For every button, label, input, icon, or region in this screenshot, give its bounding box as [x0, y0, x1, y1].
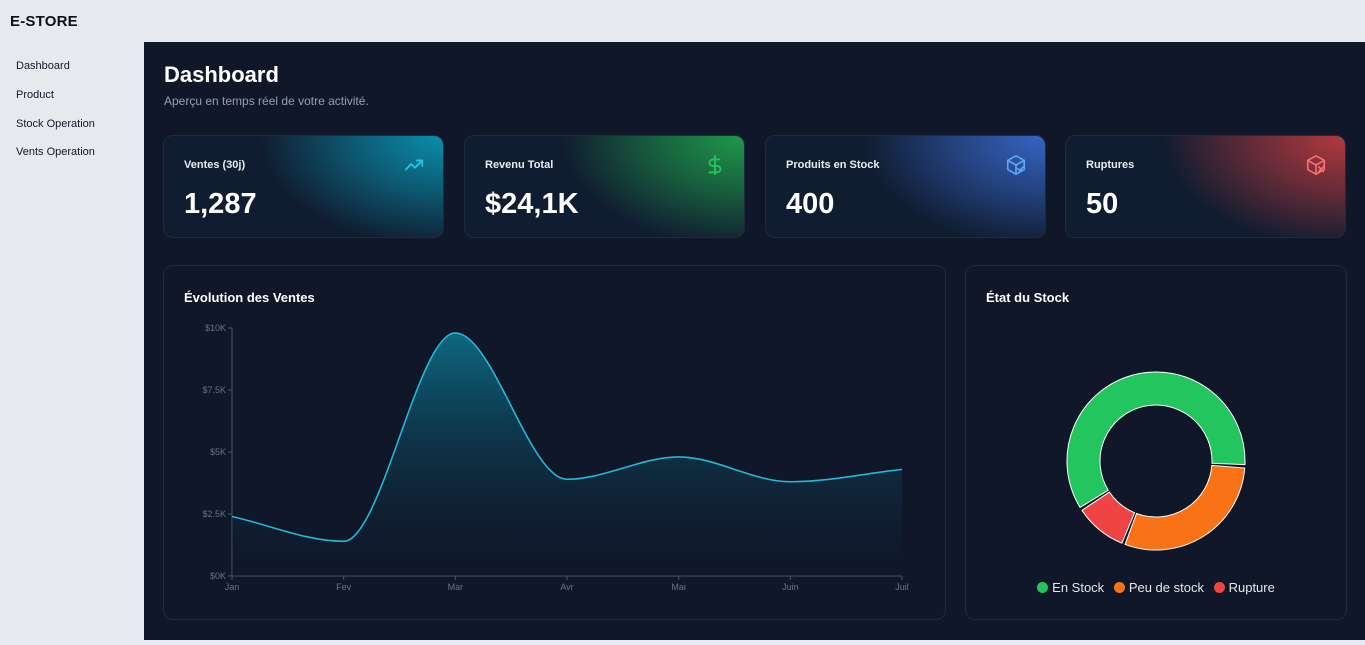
stock-legend: En Stock Peu de stock Rupture [966, 580, 1346, 595]
x-tick-label: Juil [895, 582, 909, 592]
brand-logo[interactable]: E-STORE [10, 13, 78, 30]
legend-dot [1213, 582, 1225, 593]
sales-area-fill [232, 332, 902, 576]
top-bar: E-STORE [0, 0, 1365, 42]
dollar-icon [708, 154, 722, 176]
stock-donut-chart [1066, 371, 1246, 551]
kpi-card-products-in-stock: Produits en Stock 400 [765, 135, 1046, 238]
sidebar: Dashboard Product Stock Operation Vents … [0, 42, 144, 645]
main-content: Dashboard Aperçu en temps réel de votre … [144, 42, 1365, 640]
x-tick-label: Mar [448, 582, 464, 592]
sidebar-item-vents-operation[interactable]: Vents Operation [16, 146, 95, 158]
legend-label: En Stock [1052, 580, 1105, 595]
legend-item-en-stock[interactable]: En Stock [1037, 580, 1104, 595]
y-tick-label: $5K [210, 447, 226, 457]
sales-chart-panel: Évolution des Ventes $0K $2.5K $5K $7.5K $10… [163, 265, 946, 620]
kpi-label: Ruptures [1086, 159, 1135, 171]
kpi-label: Ventes (30j) [184, 159, 246, 171]
sidebar-item-dashboard[interactable]: Dashboard [16, 60, 70, 72]
y-tick-label: $7.5K [202, 385, 226, 395]
y-tick-label: $2.5K [202, 509, 226, 519]
legend-dot [1037, 582, 1049, 593]
legend-item-rupture[interactable]: Rupture [1213, 580, 1275, 595]
kpi-value: 400 [786, 188, 835, 220]
stock-chart-panel: État du Stock En Stock Peu de stock Rupt… [965, 265, 1347, 620]
page-title: Dashboard [164, 62, 279, 87]
x-tick-label: Juin [782, 582, 799, 592]
kpi-value: 1,287 [184, 188, 257, 220]
sidebar-item-product[interactable]: Product [16, 89, 54, 101]
donut-slice-peu-de-stock[interactable] [1124, 464, 1246, 551]
x-tick-label: Fev [336, 582, 352, 592]
kpi-value: $24,1K [485, 188, 579, 220]
legend-item-peu-de-stock[interactable]: Peu de stock [1113, 580, 1204, 595]
x-tick-label: Jan [225, 582, 240, 592]
trending-up-icon [404, 159, 424, 171]
package-x-icon [1306, 155, 1326, 175]
y-tick-label: $0K [210, 571, 226, 581]
x-tick-label: Avr [560, 582, 573, 592]
kpi-card-stockouts: Ruptures 50 [1065, 135, 1346, 238]
kpi-label: Revenu Total [485, 159, 554, 171]
y-tick-label: $10K [205, 323, 226, 333]
legend-label: Rupture [1228, 580, 1275, 595]
kpi-label: Produits en Stock [786, 159, 880, 171]
legend-dot [1113, 582, 1125, 593]
package-check-icon [1006, 155, 1026, 175]
sales-area-chart: $0K $2.5K $5K $7.5K $10K Jan Fev Mar Avr Mai Juin J… [202, 323, 909, 592]
kpi-card-revenue: Revenu Total $24,1K [464, 135, 745, 238]
x-tick-label: Mai [671, 582, 686, 592]
kpi-value: 50 [1086, 188, 1119, 220]
kpi-card-sales: Ventes (30j) 1,287 [163, 135, 444, 238]
legend-label: Peu de stock [1128, 580, 1204, 595]
sidebar-item-stock-operation[interactable]: Stock Operation [16, 118, 95, 130]
page-subtitle: Aperçu en temps réel de votre activité. [164, 94, 369, 108]
